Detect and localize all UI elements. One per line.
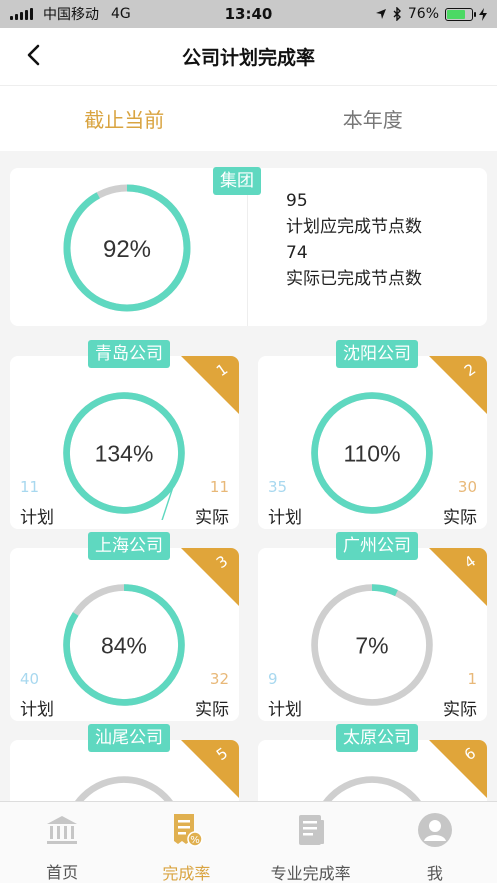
bluetooth-icon [393,7,401,21]
company-name-tag: 青岛公司 [88,340,170,368]
segment-control: 截止当前 本年度 [0,86,497,151]
plan-value: 35 [268,478,288,496]
tab-me-label: 我 [426,864,443,883]
plan-label: 计划 [268,508,302,528]
actual-value: 11 [209,478,229,496]
status-bar: 中国移动 4G 13:40 76% [0,0,497,28]
status-left: 中国移动 4G [10,4,180,24]
company-card[interactable]: 1 134% 11 11 计划 实际 [10,356,239,529]
plan-label: 计划 [20,700,54,720]
battery-fill [447,9,466,19]
company-percent: 110% [343,441,400,467]
company-name-tag: 广州公司 [336,532,418,560]
company-progress-ring: 110% [311,392,433,514]
company-progress-ring: 7% [311,584,433,706]
back-button[interactable] [18,40,48,70]
segment-to-date[interactable]: 截止当前 [0,86,249,151]
carrier-name: 中国移动 [43,7,99,23]
actual-value: 1 [467,670,477,688]
svg-text:%: % [191,835,201,846]
actual-label: 实际 [443,700,477,720]
ring-track [323,776,421,801]
segment-this-year[interactable]: 本年度 [249,86,497,151]
battery-percent: 76% [407,6,439,22]
receipt-percent-icon: % [168,812,204,848]
company-card[interactable]: 2 110% 35 30 计划 实际 [258,356,487,529]
nav-header: 公司计划完成率 [0,28,497,86]
actual-label: 实际 [195,700,229,720]
bank-icon [44,812,80,847]
actual-value: 32 [209,670,229,688]
group-percent: 92% [103,236,151,263]
actual-value: 30 [457,478,477,496]
company-name-tag: 太原公司 [336,724,418,752]
plan-value: 11 [20,478,40,496]
tab-professional-rate[interactable]: 专业完成率 [249,802,373,883]
company-percent: 134% [95,441,154,467]
company-name-tag: 上海公司 [88,532,170,560]
company-progress-ring: 84% [63,584,185,706]
company-name-tag: 沈阳公司 [336,340,418,368]
group-actual-label: 实际已完成节点数 [286,269,422,289]
signal-icon [10,8,33,20]
company-progress-ring [323,776,421,801]
page-title: 公司计划完成率 [181,47,315,69]
plan-label: 计划 [268,700,302,720]
tab-professional-rate-label: 专业完成率 [270,864,351,883]
group-plan-value: 95 [286,191,308,211]
plan-value: 9 [268,670,278,688]
group-stats: 95 计划应完成节点数 74 实际已完成节点数 [286,188,422,292]
user-icon [417,812,453,848]
tab-completion-rate-label: 完成率 [162,864,211,883]
status-right: 76% [375,6,487,22]
group-actual-value: 74 [286,243,308,263]
tab-home[interactable]: 首页 [0,802,124,883]
ring-track [75,776,173,801]
company-percent: 7% [355,633,388,659]
company-card[interactable]: 4 7% 9 1 计划 实际 [258,548,487,721]
company-name-tag: 汕尾公司 [88,724,170,752]
company-progress-ring [75,776,173,801]
network-type: 4G [111,6,131,22]
charging-icon [479,7,487,21]
location-icon [375,9,386,19]
chevron-left-icon [27,44,40,66]
plan-value: 40 [20,670,40,688]
battery-icon [445,7,476,21]
actual-label: 实际 [443,508,477,528]
plan-label: 计划 [20,508,54,528]
document-icon [293,812,329,848]
actual-label: 实际 [195,508,229,528]
tab-bar: 首页 % 完成率 专业完成率 我 [0,801,497,883]
company-progress-ring: 134% [63,392,185,520]
content-area: 92% 95 计划应完成节点数 74 实际已完成节点数 集团 1 134% 11 11… [0,151,497,801]
company-percent: 84% [101,633,147,659]
group-progress-ring: 92% [63,184,191,312]
tab-me[interactable]: 我 [373,802,497,883]
group-tag: 集团 [213,167,261,195]
group-plan-label: 计划应完成节点数 [286,217,422,237]
company-card[interactable]: 3 84% 40 32 计划 实际 [10,548,239,721]
tab-home-label: 首页 [46,863,79,882]
tab-completion-rate[interactable]: % 完成率 [124,802,248,883]
